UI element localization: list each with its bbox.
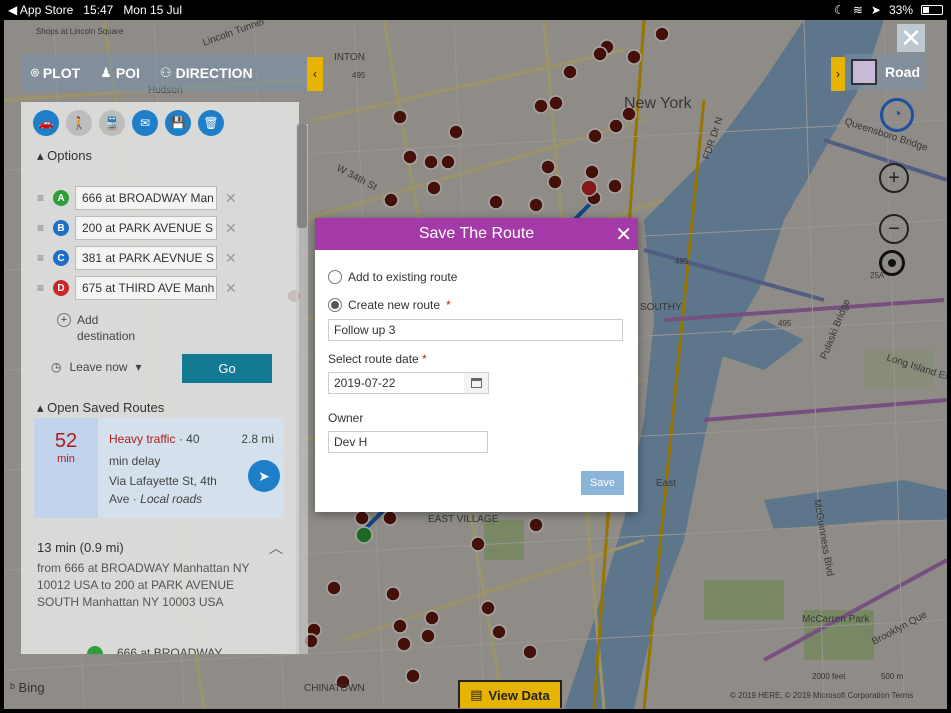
zoom-out-button[interactable]: − [879,214,909,244]
expand-map-type-button[interactable]: › [831,57,845,91]
stop-b-row: ≡ B 200 at PARK AVENUE S ✕ [37,216,237,240]
directions-panel: 🚗 🚶 🚆 ✉ 💾 🗑 ▴ Options ≡ A 666 at BROADWA… [21,102,299,654]
stop-a-input[interactable]: 666 at BROADWAY Man [75,186,217,210]
map-copyright: © 2019 HERE, © 2019 Microsoft Corporatio… [730,691,914,700]
route-name-input[interactable]: Follow up 3 [328,319,623,341]
leg-summary: 13 min (0.9 mi) [37,540,124,555]
zoom-in-button[interactable]: + [879,163,909,193]
chevron-up-icon[interactable]: ︿ [269,538,283,558]
drag-handle-icon[interactable]: ≡ [37,221,53,235]
car-icon[interactable]: 🚗 [33,110,59,136]
route-duration: 52 min [34,418,98,518]
drag-handle-icon[interactable]: ≡ [37,191,53,205]
tab-direction[interactable]: ⚇ DIRECTION [150,54,263,92]
remove-stop-icon[interactable]: ✕ [225,190,237,207]
view-data-button[interactable]: ▤ View Data [458,680,562,708]
wifi-icon: ≋ [852,3,863,17]
panel-scrollbar[interactable] [296,124,308,654]
stop-a-marker [87,646,103,654]
status-time: 15:47 [83,3,114,17]
navigate-icon[interactable]: ➤ [248,460,280,492]
collapse-panel-button[interactable]: ‹ [307,57,323,91]
remove-stop-icon[interactable]: ✕ [225,280,237,297]
save-button[interactable]: Save [581,471,624,495]
map-scale: 2000 feet 500 m [812,672,904,681]
stop-d-row: ≡ D 675 at THIRD AVE Manh ✕ [37,276,237,300]
existing-route-option[interactable]: Add to existing route [328,270,457,284]
app-frame: New York Hudson East W 34th St INTON FDR… [4,20,947,709]
route-date-input[interactable]: 2019-07-22 [328,372,465,394]
calendar-icon [470,378,482,388]
saved-routes-toggle[interactable]: ▴ Open Saved Routes [37,400,164,416]
route-via: Via Lafayette St, 4th Ave · Local roads [109,474,217,506]
go-button[interactable]: Go [182,354,272,383]
caret-down-icon: ▾ [135,360,142,374]
transit-icon[interactable]: 🚆 [99,110,125,136]
table-icon: ▤ [470,687,483,702]
status-date: Mon 15 Jul [123,3,183,17]
calendar-button[interactable] [464,372,489,394]
stop-b-input[interactable]: 200 at PARK AVENUE S [75,216,217,240]
bing-logo: ᵇ Bing [10,680,45,695]
dialog-header: Save The Route ✕ [315,218,638,250]
drag-handle-icon[interactable]: ≡ [37,251,53,265]
back-to-app-store[interactable]: ◀ App Store [8,3,73,17]
existing-route-radio[interactable] [328,270,342,284]
locate-me-button[interactable] [879,250,905,276]
map-type-button[interactable]: Road [845,54,925,90]
stop-a-marker: A [53,190,69,206]
required-marker: * [446,298,451,312]
battery-percent: 33% [888,3,913,17]
close-map-button[interactable]: ✕ [897,24,925,52]
route-distance: 2.8 mi [241,432,274,446]
plus-icon: + [57,313,71,327]
stop-d-input[interactable]: 675 at THIRD AVE Manh [75,276,217,300]
route-date-label: Select route date * [328,352,427,366]
trash-icon[interactable]: 🗑 [198,110,224,136]
owner-input[interactable]: Dev H [328,431,488,453]
battery-icon [921,5,943,15]
new-route-radio[interactable] [328,298,342,312]
itinerary-stop: 666 at BROADWAY [87,646,222,654]
leave-now-dropdown[interactable]: ◷ Leave now ▾ [51,360,142,374]
map-type-thumbnail [851,59,877,85]
clock-icon: ◷ [51,360,62,374]
stop-a-row: ≡ A 666 at BROADWAY Man ✕ [37,186,237,210]
close-dialog-icon[interactable]: ✕ [615,222,632,247]
status-bar: ◀ App Store 15:47 Mon 15 Jul ☾ ≋ ➤ 33% [0,0,951,20]
stop-c-row: ≡ C 381 at PARK AEVNUE S ✕ [37,246,237,270]
add-destination-button[interactable]: + Add destination [57,312,147,344]
stop-d-marker: D [53,280,69,296]
mode-tabs: ⌾ PLOT ♟ POI ⚇ DIRECTION [21,54,307,92]
person-icon: ♟ [100,65,112,80]
route-delay: min delay [109,454,161,468]
dialog-title: Save The Route [418,225,535,242]
transport-mode-row: 🚗 🚶 🚆 ✉ 💾 🗑 [33,110,224,136]
scrollbar-thumb[interactable] [297,124,307,228]
traffic-status: Heavy traffic · 40 [109,432,200,446]
route-icon: ⚇ [159,65,172,80]
remove-stop-icon[interactable]: ✕ [225,220,237,237]
owner-label: Owner [328,411,364,425]
stop-b-marker: B [53,220,69,236]
drag-handle-icon[interactable]: ≡ [37,281,53,295]
save-route-dialog: Save The Route ✕ Add to existing route C… [315,218,638,512]
route-option-card[interactable]: 52 min Heavy traffic · 40 2.8 mi min del… [34,418,284,518]
pin-icon: ⌾ [31,65,39,80]
email-icon[interactable]: ✉ [132,110,158,136]
stop-c-input[interactable]: 381 at PARK AEVNUE S [75,246,217,270]
save-icon[interactable]: 💾 [165,110,191,136]
new-route-option[interactable]: Create new route * [328,298,451,312]
tab-plot[interactable]: ⌾ PLOT [21,54,90,92]
tab-poi[interactable]: ♟ POI [90,54,150,92]
compass-icon[interactable]: ◔ [880,98,914,132]
stop-c-marker: C [53,250,69,266]
options-toggle[interactable]: ▴ Options [37,148,92,164]
location-icon: ➤ [870,3,881,17]
moon-icon: ☾ [834,3,845,17]
remove-stop-icon[interactable]: ✕ [225,250,237,267]
leg-detail: from 666 at BROADWAY Manhattan NY 10012 … [37,561,250,609]
walk-icon[interactable]: 🚶 [66,110,92,136]
